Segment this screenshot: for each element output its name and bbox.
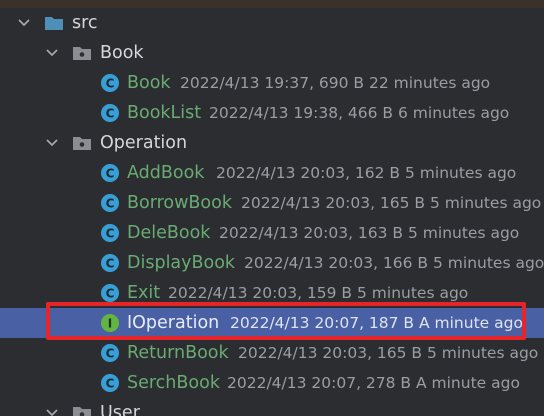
file-meta: 2022/4/13 20:03, 165 B 5 minutes ago: [238, 344, 539, 362]
file-name: BorrowBook: [127, 193, 232, 213]
chevron-down-icon[interactable]: [44, 45, 60, 61]
tree-row-file[interactable]: C ReturnBook 2022/4/13 20:03, 165 B 5 mi…: [0, 338, 544, 368]
svg-text:C: C: [106, 347, 115, 361]
svg-text:C: C: [106, 377, 115, 391]
file-name: DeleBook: [127, 223, 211, 243]
file-name: BookList: [127, 103, 202, 123]
class-icon: C: [100, 103, 120, 123]
package-folder-icon: [72, 43, 92, 63]
file-meta-wrap: 2022/4/13 20:03, 163 B 5 minutes ago: [210, 220, 519, 246]
package-folder-icon: [72, 133, 92, 153]
class-icon: C: [100, 253, 120, 273]
file-meta-wrap: 2022/4/13 20:03, 159 B 5 minutes ago: [159, 280, 468, 306]
class-icon: C: [100, 163, 120, 183]
file-meta: 2022/4/13 19:37, 690 B 22 minutes ago: [180, 74, 491, 92]
svg-text:C: C: [106, 197, 115, 211]
svg-text:C: C: [106, 287, 115, 301]
tree-row-user-folder[interactable]: User: [0, 398, 544, 416]
interface-icon: I: [100, 313, 120, 333]
file-meta-wrap: 2022/4/13 20:03, 165 B 5 minutes ago: [232, 190, 541, 216]
tree-label-user: User: [100, 403, 140, 416]
svg-text:C: C: [106, 167, 115, 181]
svg-text:C: C: [106, 227, 115, 241]
file-meta: 2022/4/13 20:03, 165 B 5 minutes ago: [241, 194, 542, 212]
tree-row-file[interactable]: C AddBook 2022/4/13 20:03, 162 B 5 minut…: [0, 158, 544, 188]
class-icon: C: [100, 193, 120, 213]
file-meta-wrap: 2022/4/13 20:07, 187 B A minute ago: [221, 310, 523, 336]
tree-row-file[interactable]: C DisplayBook 2022/4/13 20:03, 166 B 5 m…: [0, 248, 544, 278]
file-name: IOperation: [127, 313, 220, 333]
tree-row-file[interactable]: C BookList 2022/4/13 19:38, 466 B 6 minu…: [0, 98, 544, 128]
tree-row-file[interactable]: C BorrowBook 2022/4/13 20:03, 165 B 5 mi…: [0, 188, 544, 218]
top-strip: [0, 0, 544, 8]
tree-label-book: Book: [100, 43, 144, 63]
svg-text:I: I: [108, 317, 112, 331]
class-icon: C: [100, 373, 120, 393]
svg-text:C: C: [106, 77, 115, 91]
file-name: ReturnBook: [127, 343, 229, 363]
package-folder-icon: [72, 403, 92, 416]
file-name: SerchBook: [127, 373, 220, 393]
project-tree: src Book C Book 2022/4/13 19:37, 690 B 2…: [0, 8, 544, 416]
file-meta: 2022/4/13 20:03, 162 B 5 minutes ago: [216, 164, 517, 182]
tree-label-src: src: [72, 13, 98, 33]
file-meta-wrap: 2022/4/13 19:38, 466 B 6 minutes ago: [200, 100, 509, 126]
tree-row-file-selected[interactable]: I IOperation 2022/4/13 20:07, 187 B A mi…: [0, 308, 544, 338]
class-icon: C: [100, 73, 120, 93]
file-meta-wrap: 2022/4/13 20:07, 278 B A minute ago: [218, 370, 520, 396]
tree-row-book-folder[interactable]: Book: [0, 38, 544, 68]
file-meta: 2022/4/13 19:38, 466 B 6 minutes ago: [209, 104, 510, 122]
tree-row-file[interactable]: C Exit 2022/4/13 20:03, 159 B 5 minutes …: [0, 278, 544, 308]
file-meta: 2022/4/13 20:03, 163 B 5 minutes ago: [219, 224, 520, 242]
tree-row-operation-folder[interactable]: Operation: [0, 128, 544, 158]
class-icon: C: [100, 283, 120, 303]
svg-text:C: C: [106, 107, 115, 121]
file-name: Book: [127, 73, 171, 93]
tree-row-file[interactable]: C SerchBook 2022/4/13 20:07, 278 B A min…: [0, 368, 544, 398]
file-name: AddBook: [127, 163, 205, 183]
file-meta-wrap: 2022/4/13 20:03, 165 B 5 minutes ago: [229, 340, 538, 366]
class-icon: C: [100, 343, 120, 363]
tree-row-file[interactable]: C DeleBook 2022/4/13 20:03, 163 B 5 minu…: [0, 218, 544, 248]
tree-row-src[interactable]: src: [0, 8, 544, 38]
file-name: DisplayBook: [127, 253, 236, 273]
file-name: Exit: [127, 283, 161, 303]
svg-text:C: C: [106, 257, 115, 271]
chevron-down-icon[interactable]: [44, 405, 60, 416]
file-meta: 2022/4/13 20:03, 159 B 5 minutes ago: [168, 284, 469, 302]
class-icon: C: [100, 223, 120, 243]
source-folder-icon: [44, 13, 64, 33]
file-meta: 2022/4/13 20:07, 278 B A minute ago: [227, 374, 520, 392]
chevron-down-icon[interactable]: [44, 135, 60, 151]
file-meta-wrap: 2022/4/13 20:03, 162 B 5 minutes ago: [207, 160, 516, 186]
chevron-down-icon[interactable]: [16, 15, 32, 31]
file-meta: 2022/4/13 20:03, 166 B 5 minutes ago: [244, 254, 544, 272]
file-meta-wrap: 2022/4/13 19:37, 690 B 22 minutes ago: [171, 70, 490, 96]
file-meta: 2022/4/13 20:07, 187 B A minute ago: [230, 314, 523, 332]
tree-label-operation: Operation: [100, 133, 188, 153]
tree-row-file[interactable]: C Book 2022/4/13 19:37, 690 B 22 minutes…: [0, 68, 544, 98]
file-meta-wrap: 2022/4/13 20:03, 166 B 5 minutes ago: [235, 250, 544, 276]
